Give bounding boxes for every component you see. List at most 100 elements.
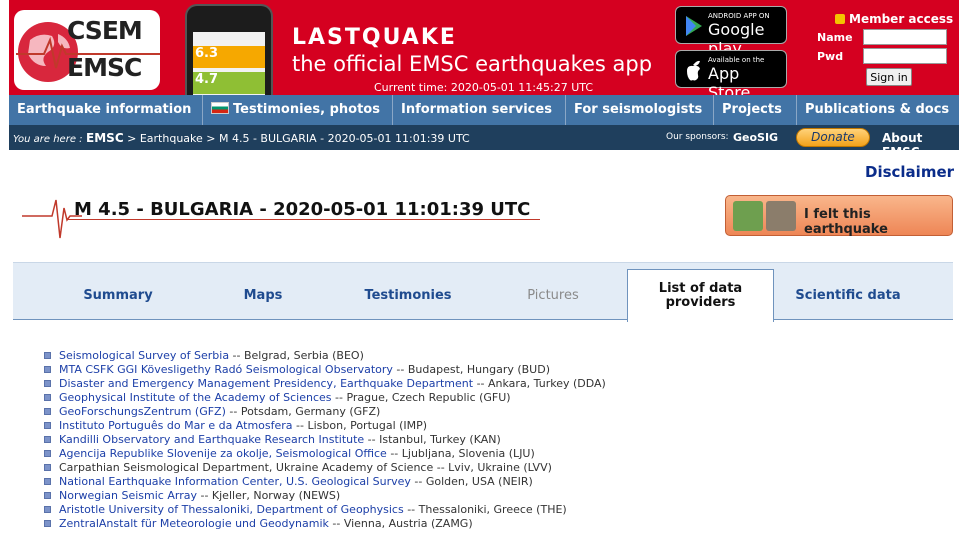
provider-link[interactable]: Kandilli Observatory and Earthquake Rese… — [59, 433, 364, 446]
bullet-icon — [44, 380, 51, 387]
provider-link[interactable]: Geophysical Institute of the Academy of … — [59, 391, 332, 404]
tab-testimonies[interactable]: Testimonies — [353, 288, 463, 303]
nav-publications-docs[interactable]: Publications & docs — [797, 95, 959, 125]
tab-scientific-data[interactable]: Scientific data — [788, 288, 908, 303]
provider-link[interactable]: Disaster and Emergency Management Presid… — [59, 377, 473, 390]
list-item: National Earthquake Information Center, … — [44, 475, 606, 489]
list-item: Seismological Survey of Serbia -- Belgra… — [44, 349, 606, 363]
donate-button[interactable]: Donate — [796, 128, 870, 147]
google-play-icon — [686, 16, 702, 36]
breadcrumb-emsc-link[interactable]: EMSC — [86, 131, 124, 145]
provider-link[interactable]: Instituto Português do Mar e da Atmosfer… — [59, 419, 293, 432]
name-input[interactable] — [863, 29, 947, 45]
breadcrumb: You are here : EMSC > Earthquake > M 4.5… — [13, 131, 470, 145]
nav-earthquake-information[interactable]: Earthquake information — [9, 95, 203, 125]
logo-text-emsc: EMSC — [67, 53, 142, 82]
bullet-icon — [44, 422, 51, 429]
provider-link[interactable]: ZentralAnstalt für Meteorologie und Geod… — [59, 517, 329, 530]
app-store-small-text: Available on the — [708, 56, 765, 64]
nav-information-services[interactable]: Information services — [393, 95, 566, 125]
you-are-here-label: You are here : — [13, 134, 83, 145]
sponsor-geosig-link[interactable]: GeoSIG — [733, 131, 778, 144]
felt-earthquake-button[interactable]: I felt this earthquake — [725, 195, 953, 237]
phone-magnitude-1: 6.3 — [195, 46, 219, 61]
seismogram-icon — [22, 199, 82, 239]
bullet-icon — [44, 478, 51, 485]
provider-link[interactable]: Aristotle University of Thessaloniki, De… — [59, 503, 404, 516]
bullet-icon — [44, 450, 51, 457]
nav-for-seismologists[interactable]: For seismologists — [566, 95, 714, 125]
app-tagline[interactable]: the official EMSC earthquakes app — [292, 52, 652, 76]
provider-link[interactable]: MTA CSFK GGI Kövesligethy Radó Seismolog… — [59, 363, 393, 376]
provider-link[interactable]: National Earthquake Information Center, … — [59, 475, 411, 488]
tab-maps[interactable]: Maps — [223, 288, 303, 303]
provider-location: -- Belgrad, Serbia (BEO) — [229, 349, 364, 362]
breadcrumb-bar: You are here : EMSC > Earthquake > M 4.5… — [9, 125, 959, 159]
bulgaria-flag-icon — [211, 102, 229, 114]
google-play-small-text: ANDROID APP ON — [708, 12, 770, 20]
app-store-button[interactable]: Available on the App Store — [675, 50, 787, 102]
provider-link[interactable]: Seismological Survey of Serbia — [59, 349, 229, 362]
password-input[interactable] — [863, 48, 947, 64]
app-name[interactable]: LASTQUAKE — [292, 25, 457, 50]
bullet-icon — [44, 436, 51, 443]
header-banner: CSEM EMSC 6.3 4.7 LASTQUAKE the official… — [9, 0, 959, 102]
title-underline — [68, 219, 540, 220]
list-item: MTA CSFK GGI Kövesligethy Radó Seismolog… — [44, 363, 606, 377]
provider-location: -- Kjeller, Norway (NEWS) — [196, 489, 341, 502]
felt-earthquake-label: I felt this earthquake — [804, 207, 888, 237]
bullet-icon — [44, 492, 51, 499]
list-item: Aristotle University of Thessaloniki, De… — [44, 503, 606, 517]
about-emsc-link[interactable]: About EMSC — [882, 131, 959, 159]
list-item: Geophysical Institute of the Academy of … — [44, 391, 606, 405]
bullet-icon — [44, 506, 51, 513]
google-play-button[interactable]: ANDROID APP ON Google play — [675, 6, 787, 58]
emsc-logo[interactable]: CSEM EMSC — [14, 10, 160, 90]
page-title: M 4.5 - BULGARIA - 2020-05-01 11:01:39 U… — [74, 199, 531, 220]
nav-testimonies-label: Testimonies, photos — [233, 102, 380, 117]
map-thumbnail-icon — [733, 201, 763, 231]
nav-projects[interactable]: Projects — [714, 95, 797, 125]
list-item: Instituto Português do Mar e da Atmosfer… — [44, 419, 606, 433]
bullet-icon — [44, 408, 51, 415]
tab-bar: Summary Maps Testimonies Pictures List o… — [13, 262, 953, 322]
provider-location: -- Ankara, Turkey (DDA) — [473, 377, 606, 390]
list-item: Disaster and Emergency Management Presid… — [44, 377, 606, 391]
sign-in-button[interactable]: Sign in — [866, 68, 912, 86]
sponsors-label: Our sponsors: — [666, 132, 729, 142]
provider-location: -- Thessaloniki, Greece (THE) — [403, 503, 567, 516]
disclaimer-link[interactable]: Disclaimer — [865, 163, 954, 181]
bullet-icon — [44, 352, 51, 359]
logo-text-csem: CSEM — [67, 16, 143, 45]
breadcrumb-path[interactable]: > Earthquake > M 4.5 - BULGARIA - 2020-0… — [124, 132, 470, 145]
provider-location: -- Golden, USA (NEIR) — [410, 475, 533, 488]
list-item: Carpathian Seismological Department, Ukr… — [44, 461, 606, 475]
provider-location: -- Vienna, Austria (ZAMG) — [328, 517, 473, 530]
pwd-label: Pwd — [817, 50, 844, 63]
tab-list-of-data-providers[interactable]: List of data providers — [627, 269, 774, 322]
provider-link[interactable]: GeoForschungsZentrum (GFZ) — [59, 405, 226, 418]
provider-text: Carpathian Seismological Department, Ukr… — [59, 461, 552, 474]
list-item: Norwegian Seismic Array -- Kjeller, Norw… — [44, 489, 606, 503]
tab-summary[interactable]: Summary — [68, 288, 168, 303]
member-access-title: Member access — [835, 12, 953, 26]
bullet-icon — [44, 464, 51, 471]
provider-link[interactable]: Agencija Republike Slovenije za okolje, … — [59, 447, 387, 460]
provider-location: -- Istanbul, Turkey (KAN) — [364, 433, 501, 446]
nav-testimonies-photos[interactable]: Testimonies, photos — [203, 95, 393, 125]
provider-location: -- Prague, Czech Republic (GFU) — [331, 391, 511, 404]
name-label: Name — [817, 31, 853, 44]
provider-location: -- Lisbon, Portugal (IMP) — [292, 419, 428, 432]
list-item: Kandilli Observatory and Earthquake Rese… — [44, 433, 606, 447]
lock-icon — [835, 14, 845, 24]
provider-location: -- Ljubljana, Slovenia (LJU) — [386, 447, 535, 460]
damage-photo-thumbnail-icon — [766, 201, 796, 231]
list-item: GeoForschungsZentrum (GFZ) -- Potsdam, G… — [44, 405, 606, 419]
provider-link[interactable]: Norwegian Seismic Array — [59, 489, 197, 502]
list-item: ZentralAnstalt für Meteorologie und Geod… — [44, 517, 606, 531]
bullet-icon — [44, 520, 51, 527]
bullet-icon — [44, 394, 51, 401]
provider-location: -- Potsdam, Germany (GFZ) — [225, 405, 381, 418]
phone-mockup: 6.3 4.7 — [185, 4, 273, 95]
provider-location: -- Budapest, Hungary (BUD) — [392, 363, 550, 376]
